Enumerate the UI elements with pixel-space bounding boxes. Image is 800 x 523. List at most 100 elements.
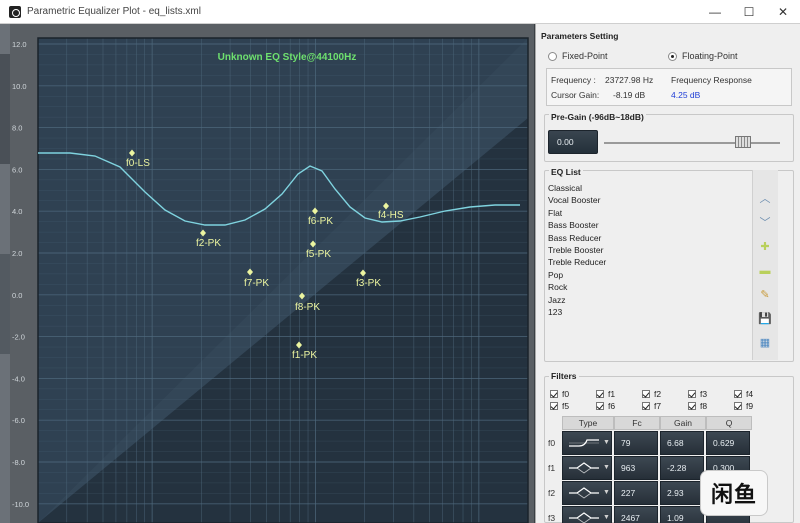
y-tick-label: 4.0 [12, 207, 22, 216]
eq-list-item[interactable]: Treble Reducer [548, 256, 748, 268]
filter-shape-icon [567, 461, 601, 475]
freq-response-label: Frequency Response [671, 75, 752, 85]
filters-title: Filters [549, 371, 579, 381]
eq-plot[interactable]: 12.0 10.0 8.0 6.0 4.0 2.0 0.0 -2.0 -4.0 -6.0 -8.0 -… [10, 24, 534, 523]
y-tick-label: -2.0 [12, 333, 25, 342]
filter-shape-icon [567, 486, 601, 500]
chevron-down-icon: ▼ [603, 464, 610, 471]
filter-checkbox-f5[interactable]: f5 [550, 401, 569, 411]
remove-icon[interactable]: ▬ [756, 264, 774, 278]
window-title: Parametric Equalizer Plot - eq_lists.xml [27, 6, 201, 17]
eq-list-item[interactable]: Classical [548, 182, 748, 194]
filter-type-select[interactable]: ▼ [562, 506, 612, 523]
filter-checkbox-f7[interactable]: f7 [642, 401, 661, 411]
header-spacer [548, 416, 562, 430]
eq-list-item[interactable]: Flat [548, 207, 748, 219]
eq-list[interactable]: Classical Vocal Booster Flat Bass Booster Ba… [548, 182, 748, 318]
row-label: f2 [548, 488, 556, 498]
pregain-slider-thumb[interactable] [735, 136, 752, 148]
fc-input[interactable]: 79 [614, 431, 658, 455]
header-fc: Fc [614, 416, 660, 430]
filter-checkbox-f8[interactable]: f8 [688, 401, 707, 411]
filter-checkbox-label: f8 [700, 401, 708, 411]
eq-list-item[interactable]: Pop [548, 269, 748, 281]
header-gain: Gain [660, 416, 706, 430]
eq-list-item[interactable]: Jazz [548, 294, 748, 306]
params-group-title: Parameters Setting [541, 31, 619, 41]
watermark-badge: 闲鱼 [700, 470, 768, 516]
q-input[interactable]: 0.629 [706, 431, 750, 455]
gain-input[interactable]: 6.68 [660, 431, 704, 455]
y-tick-label: -10.0 [12, 500, 29, 509]
checkbox-checked-icon [688, 402, 696, 410]
filter-checkbox-f6[interactable]: f6 [596, 401, 615, 411]
app-icon [9, 5, 21, 18]
down-icon[interactable]: ﹀ [756, 216, 774, 230]
fixed-point-radio[interactable]: Fixed-Point [548, 51, 608, 61]
filter-checkbox-label: f6 [608, 401, 616, 411]
filter-marker-label: f8-PK [295, 302, 320, 313]
filter-checkbox-label: f2 [654, 389, 662, 399]
filter-checkbox-label: f4 [746, 389, 754, 399]
y-tick-label: -8.0 [12, 458, 25, 467]
radio-off-icon [548, 51, 557, 61]
eq-plot-frame: 12.0 10.0 8.0 6.0 4.0 2.0 0.0 -2.0 -4.0 -6.0 -8.0 -… [10, 24, 534, 523]
floating-point-radio[interactable]: Floating-Point [668, 51, 738, 61]
floating-point-label: Floating-Point [682, 51, 738, 61]
readout-box: Frequency : 23727.98 Hz Frequency Respon… [546, 68, 792, 106]
filter-checkbox-label: f9 [746, 401, 754, 411]
y-tick-label: 2.0 [12, 249, 22, 258]
export-icon[interactable]: ▦ [756, 336, 774, 350]
filter-shape-icon [567, 436, 601, 450]
filter-type-select[interactable]: ▼ [562, 431, 612, 455]
eq-list-item[interactable]: Treble Booster [548, 244, 748, 256]
chevron-down-icon: ▼ [603, 439, 610, 446]
maximize-button[interactable]: ☐ [732, 0, 766, 24]
eq-list-item[interactable]: 123 [548, 306, 748, 318]
filter-marker-label: f6-PK [308, 216, 333, 227]
window-controls: — ☐ ✕ [698, 0, 800, 24]
pregain-input[interactable]: 0.00 [548, 130, 598, 154]
add-icon[interactable]: ✚ [756, 240, 774, 254]
filter-checkbox-f3[interactable]: f3 [688, 389, 707, 399]
filter-marker-label: f7-PK [244, 278, 269, 289]
eq-list-item[interactable]: Bass Booster [548, 219, 748, 231]
filter-marker-label: f0-LS [126, 158, 150, 169]
cursor-gain-label: Cursor Gain: [551, 90, 600, 100]
filter-checkbox-f9[interactable]: f9 [734, 401, 753, 411]
filter-marker-label: f5-PK [306, 249, 331, 260]
header-type: Type [562, 416, 614, 430]
filter-checkbox-f2[interactable]: f2 [642, 389, 661, 399]
response-value: 4.25 dB [671, 90, 701, 100]
filter-checkbox-f4[interactable]: f4 [734, 389, 753, 399]
eq-list-item[interactable]: Rock [548, 281, 748, 293]
filter-checkbox-f0[interactable]: f0 [550, 389, 569, 399]
checkbox-checked-icon [734, 402, 742, 410]
filter-type-select[interactable]: ▼ [562, 481, 612, 505]
checkbox-checked-icon [688, 390, 696, 398]
frequency-label: Frequency : [551, 75, 596, 85]
fc-input[interactable]: 2467 [614, 506, 658, 523]
gain-input[interactable]: 2.93 [660, 481, 704, 505]
minimize-button[interactable]: — [698, 0, 732, 24]
frequency-value: 23727.98 Hz [605, 75, 654, 85]
fc-input[interactable]: 963 [614, 456, 658, 480]
fc-input[interactable]: 227 [614, 481, 658, 505]
save-icon[interactable]: 💾 [756, 312, 774, 326]
eq-list-item[interactable]: Bass Reducer [548, 232, 748, 244]
filter-marker-label: f3-PK [356, 278, 381, 289]
checkbox-checked-icon [596, 390, 604, 398]
eq-list-item[interactable]: Vocal Booster [548, 194, 748, 206]
filter-checkbox-f1[interactable]: f1 [596, 389, 615, 399]
chevron-down-icon: ▼ [603, 489, 610, 496]
edit-icon[interactable]: ✎ [756, 288, 774, 302]
eq-list-tools: ︿ ﹀ ✚ ▬ ✎ 💾 ▦ [756, 192, 774, 360]
row-label: f0 [548, 438, 556, 448]
up-icon[interactable]: ︿ [756, 192, 774, 206]
gain-input[interactable]: -2.28 [660, 456, 704, 480]
gain-input[interactable]: 1.09 [660, 506, 704, 523]
cursor-gain-value: -8.19 dB [613, 90, 646, 100]
filter-type-select[interactable]: ▼ [562, 456, 612, 480]
close-button[interactable]: ✕ [766, 0, 800, 24]
pregain-slider-track[interactable] [604, 142, 780, 144]
